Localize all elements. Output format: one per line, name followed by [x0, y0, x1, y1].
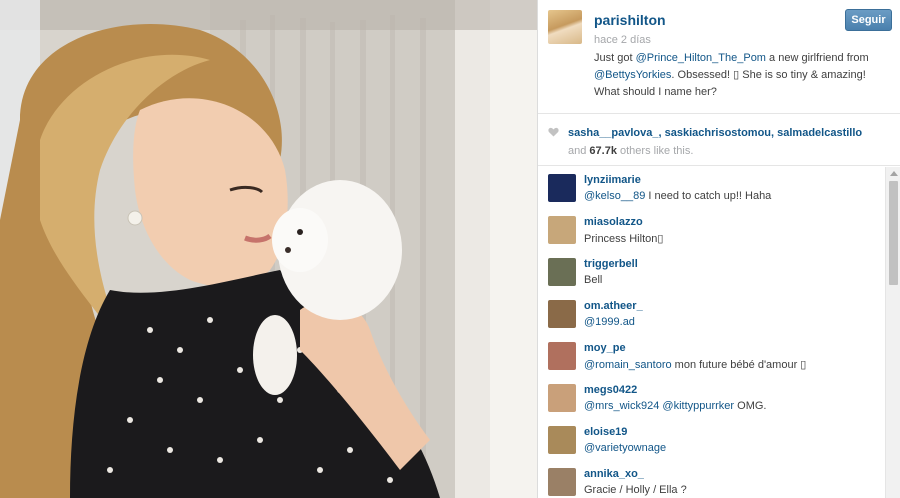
- comment-body: Gracie / Holly / Ella ?: [584, 484, 687, 496]
- comment-avatar[interactable]: [548, 174, 576, 202]
- post-time[interactable]: hace 2 días: [594, 34, 651, 46]
- comment-item: lynziimarie @kelso__89 I need to catch up…: [548, 167, 878, 207]
- caption-mention[interactable]: @Prince_Hilton_The_Pom: [636, 52, 766, 64]
- scroll-up-arrow-icon[interactable]: [890, 171, 898, 176]
- comment-text: @varietyownage: [584, 442, 666, 454]
- comment-username[interactable]: triggerbell: [584, 258, 638, 270]
- post-image: [0, 0, 537, 498]
- likes-count[interactable]: 67.7k: [589, 145, 617, 157]
- comment-mention[interactable]: @mrs_wick924 @kittyppurrker: [584, 400, 734, 412]
- heart-icon: [548, 127, 559, 137]
- post-detail-panel: parishilton hace 2 días Seguir Just got …: [537, 0, 900, 498]
- comment-mention[interactable]: @romain_santoro: [584, 359, 672, 371]
- comments-list[interactable]: lynziimarie @kelso__89 I need to catch up…: [538, 167, 885, 498]
- caption-text: Just got: [594, 52, 636, 64]
- comment-text: @mrs_wick924 @kittyppurrker OMG.: [584, 400, 766, 412]
- comment-mention[interactable]: @varietyownage: [584, 442, 666, 454]
- liker-user[interactable]: sasha__pavlova_: [568, 127, 659, 139]
- comment-username[interactable]: eloise19: [584, 426, 627, 438]
- liker-user[interactable]: saskiachrisostomou: [665, 127, 771, 139]
- comment-avatar[interactable]: [548, 468, 576, 496]
- comment-username[interactable]: megs0422: [584, 384, 637, 396]
- post-photo[interactable]: [0, 0, 537, 498]
- likes-and: and: [568, 145, 590, 157]
- comment-item: eloise19 @varietyownage: [548, 419, 878, 459]
- comment-text: Bell: [584, 274, 602, 286]
- comment-avatar[interactable]: [548, 300, 576, 328]
- liker-user[interactable]: salmadelcastillo: [777, 127, 862, 139]
- likes-section: sasha__pavlova_, saskiachrisostomou, sal…: [538, 114, 900, 166]
- comment-text: Princess Hilton▯: [584, 232, 663, 245]
- comment-item: om.atheer_ @1999.ad: [548, 293, 878, 333]
- comment-text: @romain_santoro mon future bébé d'amour …: [584, 358, 806, 371]
- comment-avatar[interactable]: [548, 342, 576, 370]
- comment-avatar[interactable]: [548, 426, 576, 454]
- comment-item: megs0422 @mrs_wick924 @kittyppurrker OMG.: [548, 377, 878, 417]
- caption-text: a new girlfriend from: [765, 52, 869, 64]
- post-caption: Just got @Prince_Hilton_The_Pom a new gi…: [594, 50, 884, 101]
- scroll-thumb[interactable]: [889, 181, 898, 285]
- comment-username[interactable]: annika_xo_: [584, 468, 644, 480]
- comment-item: miasolazzo Princess Hilton▯: [548, 209, 878, 249]
- comment-avatar[interactable]: [548, 384, 576, 412]
- likes-suffix: others like this.: [616, 145, 694, 157]
- comment-text: @kelso__89 I need to catch up!! Haha: [584, 190, 771, 202]
- comment-username[interactable]: om.atheer_: [584, 300, 643, 312]
- comment-body: Princess Hilton▯: [584, 233, 664, 245]
- comment-item: triggerbell Bell: [548, 251, 878, 291]
- comment-body: OMG.: [734, 400, 767, 412]
- post-username[interactable]: parishilton: [594, 12, 666, 28]
- caption-mention[interactable]: @BettysYorkies: [594, 69, 671, 81]
- comment-body: I need to catch up!! Haha: [645, 190, 772, 202]
- comment-item: moy_pe @romain_santoro mon future bébé d'…: [548, 335, 878, 375]
- comments-scrollbar[interactable]: [885, 167, 900, 498]
- comment-avatar[interactable]: [548, 258, 576, 286]
- comment-mention[interactable]: @1999.ad: [584, 316, 635, 328]
- comment-body: Bell: [584, 274, 603, 286]
- comment-username[interactable]: lynziimarie: [584, 174, 641, 186]
- comment-item: annika_xo_ Gracie / Holly / Ella ?: [548, 461, 878, 498]
- comment-text: @1999.ad: [584, 316, 635, 328]
- post-header: parishilton hace 2 días Seguir Just got …: [538, 0, 900, 114]
- comment-body: mon future bébé d'amour ▯: [671, 359, 807, 371]
- comment-text: Gracie / Holly / Ella ?: [584, 484, 687, 496]
- avatar[interactable]: [548, 10, 582, 44]
- follow-button[interactable]: Seguir: [845, 9, 892, 31]
- comment-username[interactable]: miasolazzo: [584, 216, 643, 228]
- comment-avatar[interactable]: [548, 216, 576, 244]
- comment-username[interactable]: moy_pe: [584, 342, 626, 354]
- comment-mention[interactable]: @kelso__89: [584, 190, 645, 202]
